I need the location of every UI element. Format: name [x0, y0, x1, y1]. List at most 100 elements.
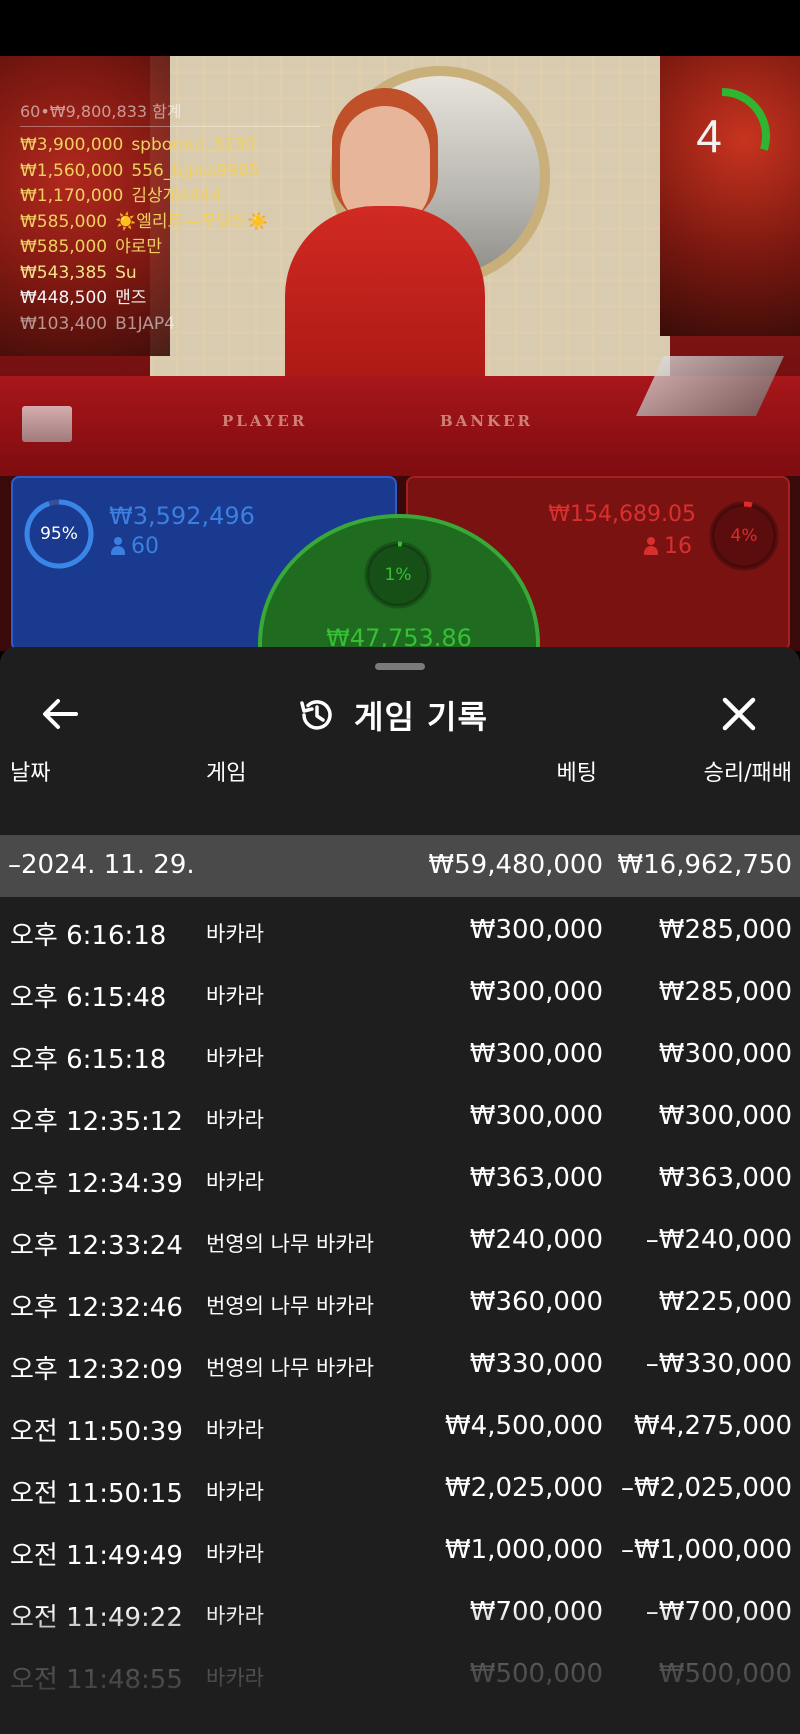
row-bet: ₩300,000	[469, 977, 603, 1007]
row-game: 바카라	[206, 1418, 264, 1442]
history-row[interactable]: 오후 12:35:12 바카라 ₩300,000 ₩300,000	[0, 1083, 800, 1145]
column-bet: 베팅	[556, 761, 597, 786]
row-game: 번영의 나무 바카라	[206, 1356, 374, 1380]
person-icon	[644, 537, 658, 555]
leaderboard-entry: ₩1,560,000 556_bjpss9905	[20, 159, 320, 185]
column-date: 날짜	[10, 761, 51, 786]
player-percent: 95%	[40, 524, 78, 544]
leaderboard-username: ☀️엘리트—꾸달하☀️	[115, 211, 269, 232]
player-bettor-count: 60	[111, 534, 159, 559]
leaderboard-username: B1JAP4	[115, 313, 175, 334]
row-bet: ₩700,000	[469, 1597, 603, 1627]
row-bet: ₩330,000	[469, 1349, 603, 1379]
history-column-headers: 날짜 게임 베팅 승리/패배	[0, 729, 800, 786]
row-time: 오후 12:35:12	[10, 1107, 183, 1137]
leaderboard-username: Su	[115, 262, 137, 283]
row-result: –₩240,000	[645, 1225, 792, 1255]
row-game: 바카라	[206, 1046, 264, 1070]
history-row[interactable]: 오후 6:16:18 바카라 ₩300,000 ₩285,000	[0, 897, 800, 959]
leaderboard-list: ₩3,900,000 spbomul_3230 ₩1,560,000 556_bjps…	[20, 133, 320, 337]
player-count-value: 60	[131, 534, 159, 559]
row-bet: ₩500,000	[469, 1659, 603, 1689]
countdown-timer: 4	[672, 86, 772, 186]
game-history-sheet: 게임 기록 날짜 게임 베팅 승리/패배 –2024. 11. 29. ₩59,…	[0, 647, 800, 1734]
person-icon	[111, 537, 125, 555]
row-bet: ₩240,000	[469, 1225, 603, 1255]
player-bet-amount: ₩3,592,496	[109, 502, 255, 530]
history-row[interactable]: 오후 12:32:09 번영의 나무 바카라 ₩330,000 –₩330,000	[0, 1331, 800, 1393]
row-result: ₩285,000	[658, 915, 792, 945]
row-time: 오전 11:49:22	[10, 1603, 183, 1633]
row-game: 바카라	[206, 984, 264, 1008]
tie-percent: 1%	[384, 565, 412, 585]
banker-bet-amount: ₩154,689.05	[548, 502, 696, 527]
history-list: 오후 6:16:18 바카라 ₩300,000 ₩285,000 오후 6:15:48 바…	[0, 897, 800, 1703]
leaderboard-header: 60•₩9,800,833 함계	[20, 98, 320, 127]
leaderboard-amount: ₩543,385	[20, 262, 108, 283]
row-time: 오후 6:16:18	[10, 921, 167, 951]
leaderboard-amount: ₩1,560,000	[20, 160, 124, 181]
leaderboard-amount: ₩585,000	[20, 237, 108, 257]
date-group-header[interactable]: –2024. 11. 29. ₩59,480,000 ₩16,962,750	[0, 835, 800, 897]
row-result: –₩1,000,000	[620, 1535, 792, 1565]
row-time: 오후 12:33:24	[10, 1231, 183, 1261]
row-time: 오후 12:32:46	[10, 1293, 183, 1323]
banker-count-value: 16	[664, 534, 692, 559]
row-time: 오후 12:32:09	[10, 1355, 183, 1385]
history-row[interactable]: 오전 11:49:22 바카라 ₩700,000 –₩700,000	[0, 1579, 800, 1641]
row-result: –₩2,025,000	[620, 1473, 792, 1503]
leaderboard-username: 맨즈	[115, 288, 147, 308]
leaderboard-amount: ₩585,000	[20, 211, 108, 232]
history-row[interactable]: 오전 11:48:55 바카라 ₩500,000 ₩500,000	[0, 1641, 800, 1703]
column-game: 게임	[206, 761, 247, 786]
leaderboard-username: 야로만	[115, 237, 163, 257]
leaderboard-username: 556_bjpss9905	[131, 160, 260, 181]
row-result: –₩330,000	[645, 1349, 792, 1379]
row-bet: ₩1,000,000	[444, 1535, 603, 1565]
row-time: 오전 11:50:15	[10, 1479, 183, 1509]
history-row[interactable]: 오전 11:50:15 바카라 ₩2,025,000 –₩2,025,000	[0, 1455, 800, 1517]
leaderboard-entry: ₩543,385 Su	[20, 261, 320, 287]
sheet-drag-handle[interactable]	[375, 663, 425, 670]
row-time: 오후 6:15:48	[10, 983, 167, 1013]
row-time: 오전 11:49:49	[10, 1541, 183, 1571]
leaderboard-amount: ₩3,900,000	[20, 135, 124, 155]
row-game: 바카라	[206, 1542, 264, 1566]
leaderboard-entry: ₩585,000 ☀️엘리트—꾸달하☀️	[20, 210, 320, 236]
row-bet: ₩360,000	[469, 1287, 603, 1317]
history-row[interactable]: 오후 6:15:48 바카라 ₩300,000 ₩285,000	[0, 959, 800, 1021]
row-bet: ₩300,000	[469, 1039, 603, 1069]
row-time: 오후 12:34:39	[10, 1169, 183, 1199]
leaderboard-entry: ₩585,000 야로만	[20, 235, 320, 261]
history-row[interactable]: 오후 6:15:18 바카라 ₩300,000 ₩300,000	[0, 1021, 800, 1083]
leaderboard-entry: ₩448,500 맨즈	[20, 286, 320, 312]
leaderboard-entry: ₩1,170,000 김상개4444	[20, 184, 320, 210]
timer-value: 4	[696, 110, 722, 162]
row-bet: ₩4,500,000	[444, 1411, 603, 1441]
leaderboard-entry: ₩3,900,000 spbomul_3230	[20, 133, 320, 159]
banker-percent: 4%	[730, 526, 758, 546]
row-game: 바카라	[206, 922, 264, 946]
leaderboard: 60•₩9,800,833 함계 ₩3,900,000 spbomul_3230 ₩…	[20, 98, 320, 337]
card-discard-pile	[22, 406, 72, 442]
row-time: 오전 11:48:55	[10, 1665, 183, 1695]
row-result: ₩300,000	[658, 1101, 792, 1131]
leaderboard-username: spbomul_3230	[131, 135, 256, 155]
row-bet: ₩300,000	[469, 915, 603, 945]
row-result: ₩285,000	[658, 977, 792, 1007]
history-row[interactable]: 오전 11:49:49 바카라 ₩1,000,000 –₩1,000,000	[0, 1517, 800, 1579]
row-game: 바카라	[206, 1170, 264, 1194]
row-time: 오후 6:15:18	[10, 1045, 167, 1075]
row-result: ₩4,275,000	[633, 1411, 792, 1441]
group-result-total: ₩16,962,750	[617, 850, 792, 880]
history-row[interactable]: 오후 12:33:24 번영의 나무 바카라 ₩240,000 –₩240,000	[0, 1207, 800, 1269]
history-row[interactable]: 오후 12:34:39 바카라 ₩363,000 ₩363,000	[0, 1145, 800, 1207]
history-row[interactable]: 오후 12:32:46 번영의 나무 바카라 ₩360,000 ₩225,000	[0, 1269, 800, 1331]
leaderboard-username: 김상개4444	[131, 186, 222, 206]
banker-bettor-count: 16	[644, 534, 692, 559]
row-game: 번영의 나무 바카라	[206, 1294, 374, 1318]
leaderboard-amount: ₩1,170,000	[20, 186, 124, 206]
row-result: ₩225,000	[658, 1287, 792, 1317]
row-result: ₩500,000	[658, 1659, 792, 1689]
history-row[interactable]: 오전 11:50:39 바카라 ₩4,500,000 ₩4,275,000	[0, 1393, 800, 1455]
